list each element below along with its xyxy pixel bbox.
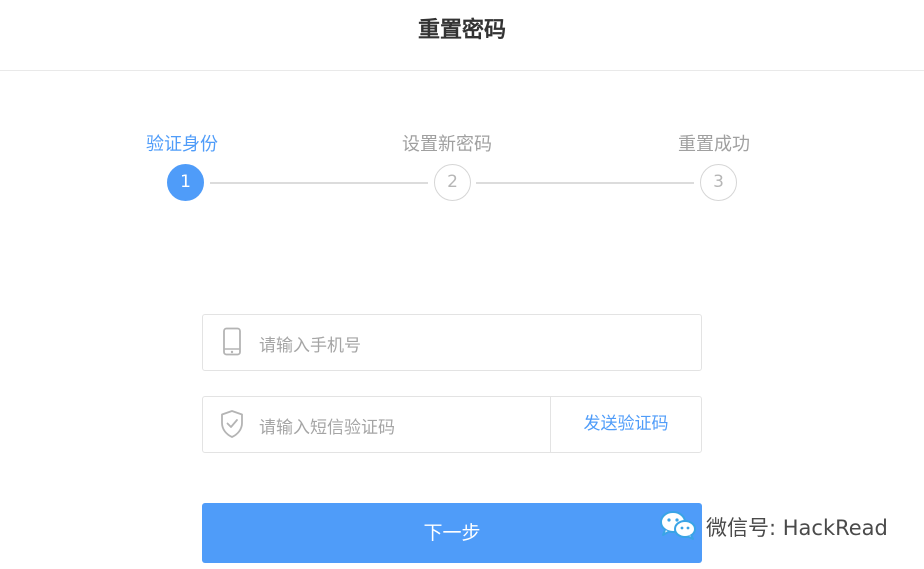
watermark-text: 微信号: HackRead [706,516,888,540]
reset-password-page: 重置密码 验证身份 设置新密码 重置成功 1 2 3 请输入手机号 请输入短信验… [0,0,924,569]
step-connector-1 [210,182,428,184]
step-3-label: 重置成功 [678,134,750,155]
step-2-label: 设置新密码 [402,134,492,155]
step-3-circle: 3 [700,164,737,201]
phone-icon [219,327,245,357]
sms-code-field: 请输入短信验证码 发送验证码 [202,396,702,453]
next-step-button[interactable]: 下一步 [202,503,702,563]
step-1-circle: 1 [167,164,204,201]
header: 重置密码 [0,0,924,71]
wechat-watermark: 微信号: HackRead [658,510,888,544]
send-code-button[interactable]: 发送验证码 [550,397,701,452]
shield-check-icon [219,409,245,439]
wechat-icon [658,509,698,545]
step-2-circle: 2 [434,164,471,201]
step-connector-2 [476,182,694,184]
phone-placeholder: 请输入手机号 [259,336,361,356]
page-title: 重置密码 [417,18,506,43]
sms-code-input[interactable]: 请输入短信验证码 [259,413,395,438]
phone-input[interactable]: 请输入手机号 [202,314,702,371]
step-1-label: 验证身份 [146,134,218,155]
